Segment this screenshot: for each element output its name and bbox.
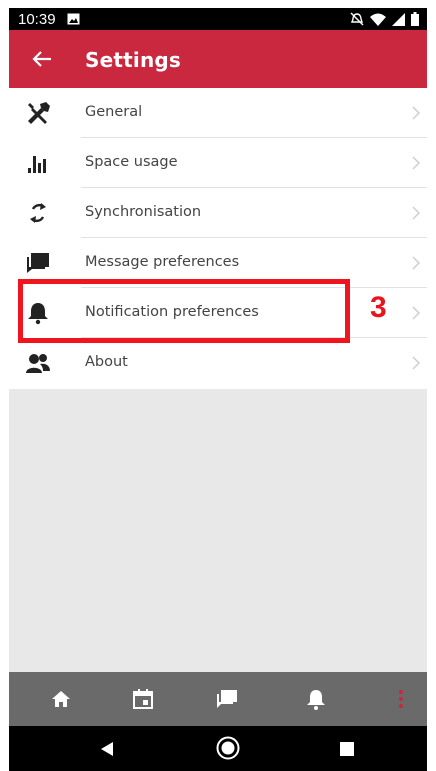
recents-square-icon[interactable]	[340, 742, 354, 756]
chevron-right-icon	[412, 356, 421, 370]
signal-icon	[392, 12, 405, 26]
chevron-right-icon	[412, 106, 421, 120]
battery-icon	[411, 12, 419, 26]
home-icon[interactable]	[49, 687, 73, 711]
settings-item-synchronisation[interactable]: Synchronisation	[9, 188, 427, 238]
settings-item-label: General	[85, 104, 143, 120]
message-icon	[27, 253, 49, 273]
users-icon	[26, 354, 50, 373]
settings-item-general[interactable]: General	[9, 88, 427, 138]
step-number: 3	[370, 291, 387, 324]
tools-icon	[28, 102, 50, 124]
messages-icon[interactable]	[215, 687, 239, 711]
wifi-icon	[370, 13, 386, 26]
settings-item-label: Space usage	[85, 154, 178, 170]
chevron-right-icon	[412, 306, 421, 320]
status-bar: 10:39	[9, 8, 427, 30]
status-time: 10:39	[18, 11, 56, 28]
chevron-right-icon	[412, 206, 421, 220]
settings-item-label: Message preferences	[85, 254, 240, 270]
page-title: Settings	[85, 48, 182, 72]
settings-item-label: Synchronisation	[85, 204, 202, 220]
bottom-nav	[9, 672, 427, 726]
mute-icon	[350, 12, 364, 26]
chevron-right-icon	[412, 256, 421, 270]
highlight-box	[18, 279, 350, 343]
settings-list: General Space usage Synchronisation Mess…	[9, 88, 427, 388]
home-circle-icon[interactable]	[216, 736, 240, 760]
chevron-right-icon	[412, 156, 421, 170]
back-arrow-icon[interactable]	[27, 44, 57, 74]
system-nav	[9, 726, 427, 771]
image-notification-icon	[67, 13, 80, 25]
calendar-icon[interactable]	[131, 687, 155, 711]
bell-icon[interactable]	[304, 687, 328, 711]
more-options-icon[interactable]	[389, 687, 413, 711]
empty-content-area	[9, 389, 427, 672]
app-bar: Settings	[9, 30, 427, 88]
status-icons	[350, 12, 419, 26]
settings-item-about[interactable]: About	[9, 338, 427, 388]
settings-item-label: About	[85, 354, 128, 370]
back-triangle-icon[interactable]	[100, 741, 114, 757]
settings-item-space-usage[interactable]: Space usage	[9, 138, 427, 188]
sync-icon	[30, 203, 46, 223]
bar-chart-icon	[28, 156, 46, 173]
